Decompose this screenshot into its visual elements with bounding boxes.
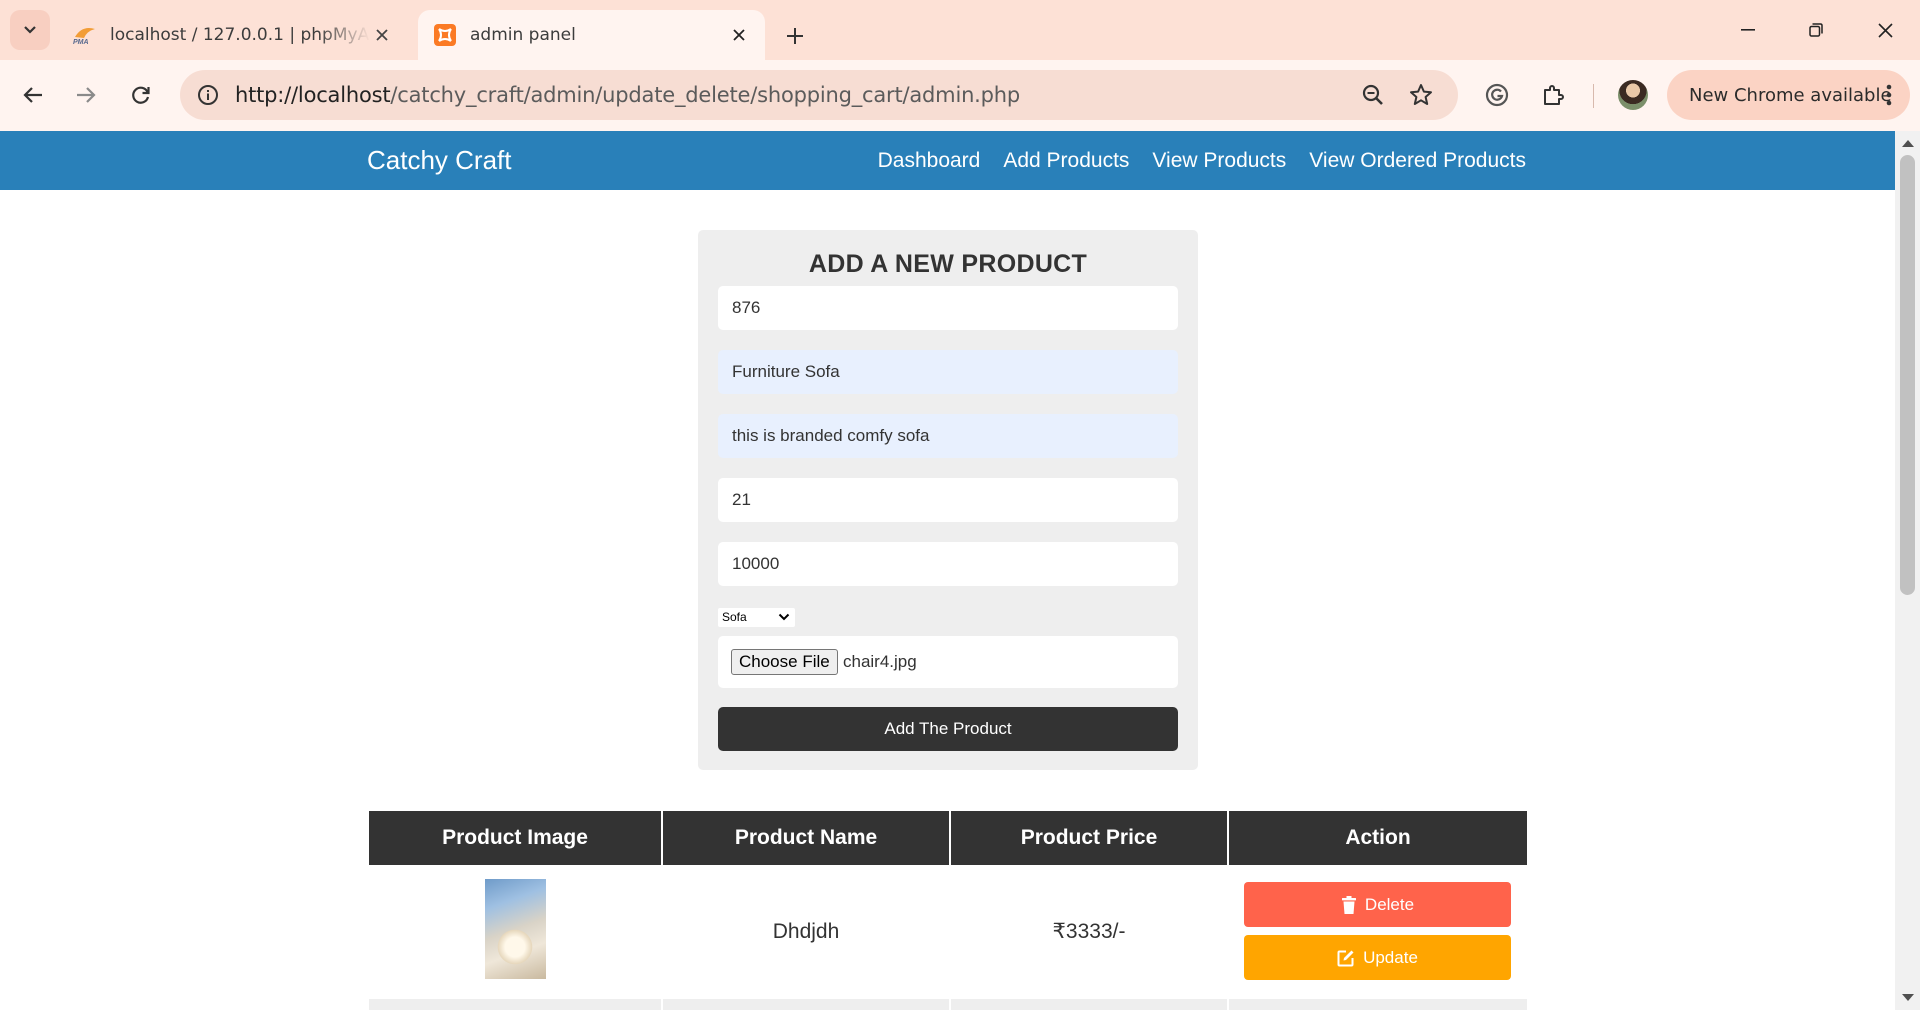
- browser-chrome: PMA localhost / 127.0.0.1 | phpMyAdmin a…: [0, 0, 1920, 131]
- nav-view-ordered-products[interactable]: View Ordered Products: [1309, 149, 1526, 173]
- edit-icon: [1337, 950, 1354, 966]
- grammarly-extension-button[interactable]: [1477, 75, 1517, 115]
- nav-dashboard[interactable]: Dashboard: [878, 149, 981, 173]
- tab-title: localhost / 127.0.0.1 | phpMyAdmin: [110, 25, 370, 45]
- product-image-field: Choose File chair4.jpg: [718, 636, 1178, 688]
- bookmark-button[interactable]: [1401, 75, 1441, 115]
- plus-icon: [787, 28, 803, 44]
- chrome-update-button[interactable]: New Chrome available: [1667, 70, 1910, 120]
- restore-icon: [1809, 23, 1823, 37]
- add-product-form: ADD A NEW PRODUCT 876 Furniture Sofa thi…: [698, 230, 1198, 770]
- update-label: Update: [1363, 947, 1418, 967]
- column-header-name: Product Name: [663, 811, 949, 865]
- site-header: Catchy Craft Dashboard Add Products View…: [0, 131, 1895, 190]
- trash-icon: [1341, 895, 1356, 914]
- update-label: New Chrome available: [1689, 84, 1892, 106]
- table-row-partial: [951, 999, 1227, 1010]
- close-tab-icon[interactable]: [727, 23, 751, 47]
- zoom-button[interactable]: [1353, 75, 1393, 115]
- grammarly-icon: [1485, 83, 1509, 107]
- main-nav: Dashboard Add Products View Products Vie…: [878, 131, 1526, 190]
- close-tab-icon[interactable]: [370, 23, 394, 47]
- column-header-action: Action: [1229, 811, 1527, 865]
- tab-title: admin panel: [470, 25, 576, 45]
- nav-view-products[interactable]: View Products: [1152, 149, 1286, 173]
- profile-avatar[interactable]: [1618, 80, 1648, 110]
- arrow-right-icon: [77, 87, 96, 103]
- product-price-cell: ₹3333/-: [1052, 920, 1126, 943]
- reload-icon: [132, 86, 150, 104]
- star-icon: [1410, 84, 1432, 105]
- chevron-down-icon: [24, 26, 36, 34]
- info-icon: [198, 85, 218, 105]
- chevron-down-icon: [778, 613, 790, 621]
- toolbar-divider: [1593, 84, 1594, 108]
- zoom-out-icon: [1362, 84, 1383, 105]
- product-thumbnail: [485, 879, 546, 979]
- tab-phpmyadmin[interactable]: PMA localhost / 127.0.0.1 | phpMyAdmin: [58, 10, 408, 60]
- selected-file-name: chair4.jpg: [843, 652, 917, 671]
- delete-label: Delete: [1364, 894, 1415, 914]
- table-row-partial: [369, 999, 661, 1010]
- puzzle-icon: [1544, 85, 1564, 105]
- reload-button[interactable]: [121, 75, 161, 115]
- new-tab-button[interactable]: [775, 16, 815, 56]
- more-options-icon[interactable]: [1886, 83, 1892, 107]
- scroll-up-arrow-icon[interactable]: [1902, 140, 1914, 147]
- product-name-input[interactable]: Furniture Sofa: [718, 350, 1178, 394]
- form-title: ADD A NEW PRODUCT: [808, 250, 1088, 278]
- tab-strip: PMA localhost / 127.0.0.1 | phpMyAdmin a…: [0, 0, 1920, 60]
- site-logo[interactable]: Catchy Craft: [367, 131, 512, 190]
- page-scrollbar[interactable]: [1895, 131, 1920, 1010]
- product-quantity-input[interactable]: 21: [718, 478, 1178, 522]
- browser-toolbar: http://localhost/catchy_craft/admin/upda…: [0, 60, 1920, 131]
- minimize-button[interactable]: [1720, 8, 1776, 52]
- xampp-icon: [432, 22, 458, 48]
- category-value: Sofa: [722, 610, 747, 624]
- tab-admin-panel[interactable]: admin panel: [418, 10, 765, 60]
- column-header-image: Product Image: [369, 811, 661, 865]
- url-text: http://localhost/catchy_craft/admin/upda…: [235, 83, 1021, 107]
- site-info-button[interactable]: [188, 75, 228, 115]
- svg-text:PMA: PMA: [73, 39, 89, 45]
- column-header-price: Product Price: [951, 811, 1227, 865]
- product-price-input[interactable]: 10000: [718, 542, 1178, 586]
- restore-button[interactable]: [1788, 8, 1844, 52]
- choose-file-button[interactable]: Choose File: [731, 649, 838, 675]
- tab-search-button[interactable]: [10, 10, 50, 50]
- scroll-down-arrow-icon[interactable]: [1902, 994, 1914, 1001]
- category-select[interactable]: Sofa: [718, 608, 795, 627]
- forward-button[interactable]: [66, 75, 106, 115]
- address-bar[interactable]: http://localhost/catchy_craft/admin/upda…: [180, 70, 1458, 120]
- product-name-cell: Dhdjdh: [772, 920, 840, 943]
- page-viewport: Catchy Craft Dashboard Add Products View…: [0, 131, 1895, 1010]
- scroll-thumb[interactable]: [1900, 155, 1915, 595]
- phpmyadmin-icon: PMA: [72, 22, 98, 48]
- extensions-button[interactable]: [1533, 75, 1573, 115]
- arrow-left-icon: [23, 87, 42, 103]
- close-window-button[interactable]: [1857, 8, 1913, 52]
- add-product-button[interactable]: Add The Product: [718, 707, 1178, 751]
- product-description-input[interactable]: this is branded comfy sofa: [718, 414, 1178, 458]
- close-icon: [1877, 22, 1893, 38]
- product-id-input[interactable]: 876: [718, 286, 1178, 330]
- table-row-partial: [1229, 999, 1527, 1010]
- update-button[interactable]: Update: [1244, 935, 1511, 980]
- delete-button[interactable]: Delete: [1244, 882, 1511, 927]
- nav-add-products[interactable]: Add Products: [1003, 149, 1129, 173]
- table-row-partial: [663, 999, 949, 1010]
- minimize-icon: [1741, 29, 1755, 31]
- back-button[interactable]: [13, 75, 53, 115]
